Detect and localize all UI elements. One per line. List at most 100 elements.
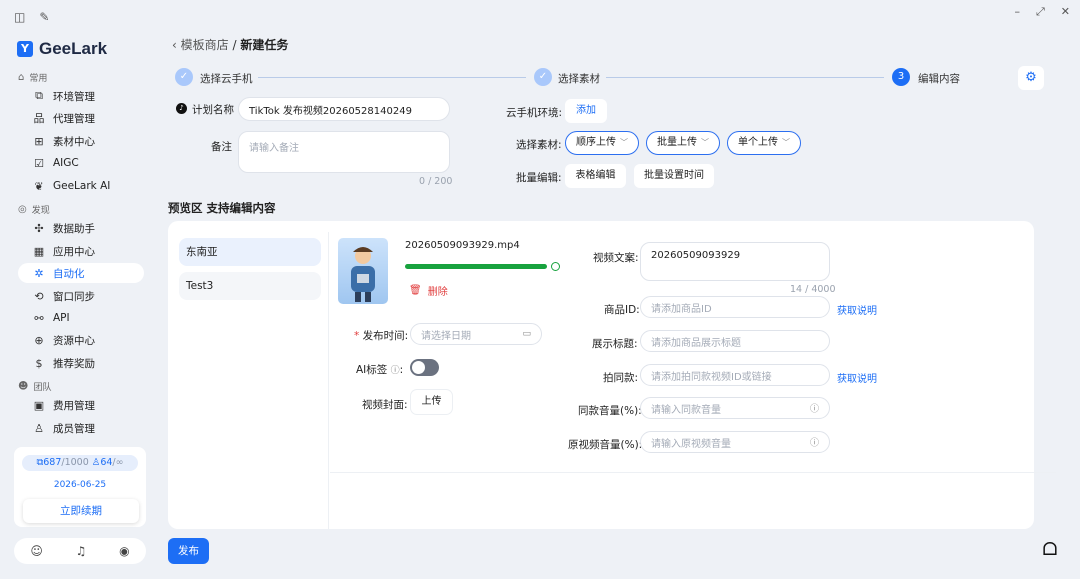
info-icon: ⓘ bbox=[390, 366, 400, 376]
section-discover: ◎ 发现 bbox=[18, 204, 50, 216]
sidebar-item-resource[interactable]: ⊕ 资源中心 bbox=[18, 330, 144, 350]
sidebar-item-env[interactable]: ⧉ 环境管理 bbox=[18, 86, 144, 106]
sequential-upload-select[interactable]: 顺序上传 ﹀ bbox=[565, 131, 639, 155]
window-icon: ⧉ bbox=[35, 89, 43, 102]
caption-textarea[interactable]: 20260509093929 bbox=[640, 242, 830, 281]
sidebar-item-ai[interactable]: ❦ GeeLark AI bbox=[18, 176, 144, 196]
table-edit-button[interactable]: 表格编辑 bbox=[565, 164, 626, 188]
breadcrumb-parent[interactable]: 模板商店 bbox=[181, 38, 229, 52]
sidebar-item-api[interactable]: ⚯ API bbox=[18, 308, 144, 328]
plan-name-input[interactable]: TikTok 发布视频20260528140249 bbox=[238, 97, 450, 121]
sidebar-top-icons: ◫ ✎ bbox=[14, 10, 49, 24]
chevron-down-icon: ﹀ bbox=[782, 138, 790, 147]
publish-button[interactable]: 发布 bbox=[168, 538, 209, 564]
sync-icon: ⟲ bbox=[34, 289, 44, 303]
sidebar-item-billing[interactable]: ▣ 费用管理 bbox=[18, 395, 144, 415]
assistant-eye-icon[interactable]: ᗝ bbox=[1037, 537, 1063, 563]
maximize-icon[interactable]: ⤢ bbox=[1036, 5, 1045, 19]
step-2-label: 选择素材 bbox=[558, 73, 600, 85]
note-textarea[interactable]: 请输入备注 bbox=[238, 131, 450, 173]
breadcrumb-sep: / bbox=[232, 38, 237, 52]
product-id-label: 商品ID: bbox=[604, 304, 640, 316]
settings-button[interactable]: ⚙ bbox=[1018, 66, 1044, 90]
cover-label: 视频封面: bbox=[362, 399, 408, 411]
product-id-help-link[interactable]: 获取说明 bbox=[837, 302, 877, 317]
chevron-down-icon: ﹀ bbox=[701, 138, 709, 147]
ai-tag-label: AI标签 ⓘ: bbox=[356, 364, 404, 376]
back-icon[interactable]: ‹ bbox=[172, 38, 177, 52]
caption-label: 视频文案: bbox=[593, 252, 639, 264]
bell-icon[interactable]: ♫ bbox=[76, 544, 87, 558]
trash-icon: 🗑 bbox=[409, 285, 422, 296]
batch-upload-select[interactable]: 批量上传 ﹀ bbox=[646, 131, 720, 155]
renew-button[interactable]: 立即续期 bbox=[23, 499, 139, 523]
info-icon: ⓘ bbox=[809, 438, 819, 449]
region-item[interactable]: Test3 bbox=[179, 272, 321, 300]
apps-icon: ▦ bbox=[33, 244, 45, 258]
material-label: 选择素材: bbox=[516, 139, 562, 151]
upload-done-icon bbox=[551, 262, 560, 271]
file-name: 20260509093929.mp4 bbox=[405, 240, 520, 251]
sidebar-item-proxy[interactable]: 品代理管理 bbox=[18, 108, 144, 128]
same-video-input[interactable]: 请添加拍同款视频ID或链接 bbox=[640, 364, 830, 386]
batch-edit-label: 批量编辑: bbox=[516, 172, 562, 184]
step-line-1 bbox=[258, 77, 526, 78]
material-icon: ⊞ bbox=[34, 134, 44, 148]
display-title-input[interactable]: 请添加商品展示标题 bbox=[640, 330, 830, 352]
sidebar: ◫ ✎ Y GeeLark ⌂ 常用 ⧉ 环境管理 品代理管理 ⊞ 素材中心 ☑ AIG… bbox=[0, 0, 158, 579]
orig-volume-label: 原视频音量(%): bbox=[568, 439, 643, 451]
brand-name: GeeLark bbox=[39, 39, 108, 58]
sidebar-item-member[interactable]: ♙ 成员管理 bbox=[18, 418, 144, 438]
step-1-check-icon: ✓ bbox=[175, 68, 193, 86]
same-volume-input[interactable]: 请输入同款音量 ⓘ bbox=[640, 397, 830, 419]
minimize-icon[interactable]: – bbox=[1014, 5, 1020, 19]
plan-card: ⧉687/1000 ♙64/∞ 2026-06-25 立即续期 bbox=[14, 447, 146, 527]
sidebar-item-sync[interactable]: ⟲ 窗口同步 bbox=[18, 286, 144, 306]
sidebar-item-material[interactable]: ⊞ 素材中心 bbox=[18, 131, 144, 151]
gear-icon: ⚙ bbox=[1025, 70, 1037, 85]
single-upload-select[interactable]: 单个上传 ﹀ bbox=[727, 131, 801, 155]
preview-title: 预览区 支持编辑内容 bbox=[168, 201, 276, 215]
sidebar-item-reward[interactable]: $ 推荐奖励 bbox=[18, 353, 144, 373]
upload-cover-button[interactable]: 上传 bbox=[411, 390, 452, 414]
sidebar-item-automation[interactable]: ✲ 自动化 bbox=[18, 263, 144, 283]
step-3-label: 编辑内容 bbox=[918, 73, 960, 85]
sidebar-item-apps[interactable]: ▦ 应用中心 bbox=[18, 241, 144, 261]
upload-progress bbox=[405, 264, 547, 269]
step-line-2 bbox=[606, 77, 884, 78]
support-icon[interactable]: ☺ bbox=[30, 544, 43, 558]
avatar-figure-icon bbox=[351, 247, 375, 302]
video-thumbnail[interactable] bbox=[338, 238, 388, 304]
close-icon[interactable]: ✕ bbox=[1061, 5, 1070, 19]
logo-mark-icon: Y bbox=[17, 41, 33, 57]
logo: Y GeeLark bbox=[17, 39, 107, 59]
panel-toggle-icon[interactable]: ◫ bbox=[14, 10, 25, 24]
delete-button[interactable]: 🗑 删除 bbox=[409, 283, 448, 298]
edit-icon[interactable]: ✎ bbox=[39, 10, 49, 24]
add-env-button[interactable]: 添加 bbox=[565, 99, 607, 123]
same-video-label: 拍同款: bbox=[603, 372, 639, 384]
team-icon: ☻ bbox=[18, 381, 29, 392]
step-2-check-icon: ✓ bbox=[534, 68, 552, 86]
expire-date: 2026-06-25 bbox=[53, 480, 107, 490]
region-list: 东南亚 Test3 bbox=[175, 232, 329, 529]
aigc-icon: ☑ bbox=[34, 156, 44, 170]
orig-volume-input[interactable]: 请输入原视频音量 ⓘ bbox=[640, 431, 830, 453]
user-icon[interactable]: ◉ bbox=[119, 544, 129, 558]
eye-icon: ◎ bbox=[18, 204, 27, 215]
batch-time-button[interactable]: 批量设置时间 bbox=[634, 164, 714, 188]
sidebar-item-aigc[interactable]: ☑ AIGC bbox=[18, 153, 144, 173]
tiktok-icon: ♪ bbox=[176, 103, 187, 114]
publish-time-input[interactable]: 请选择日期 ▭ bbox=[410, 323, 542, 345]
sidebar-item-data[interactable]: ✣ 数据助手 bbox=[18, 218, 144, 238]
ai-tag-toggle[interactable] bbox=[410, 359, 439, 376]
chevron-down-icon: ﹀ bbox=[620, 138, 628, 147]
product-id-input[interactable]: 请添加商品ID bbox=[640, 296, 830, 318]
ai-icon: ❦ bbox=[34, 179, 44, 193]
api-icon: ⚯ bbox=[34, 311, 44, 325]
same-video-help-link[interactable]: 获取说明 bbox=[837, 370, 877, 385]
data-icon: ✣ bbox=[34, 221, 44, 235]
region-item[interactable]: 东南亚 bbox=[179, 238, 321, 266]
resource-icon: ⊕ bbox=[34, 333, 44, 347]
step-1-label: 选择云手机 bbox=[200, 73, 253, 85]
